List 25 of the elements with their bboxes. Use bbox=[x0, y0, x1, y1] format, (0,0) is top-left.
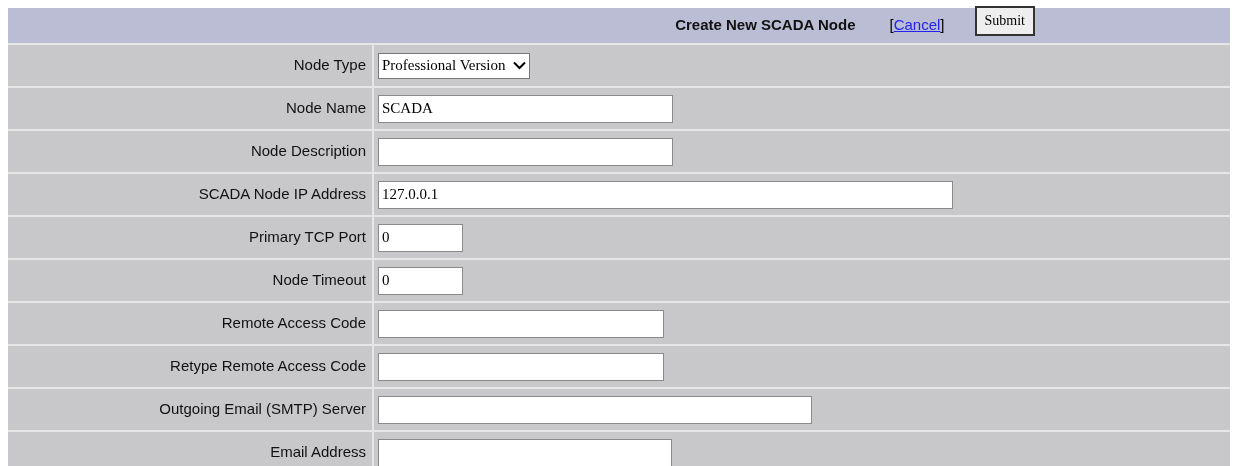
text-field[interactable] bbox=[378, 137, 673, 166]
text-field[interactable] bbox=[378, 309, 664, 338]
bracket: ] bbox=[940, 15, 945, 36]
text-field[interactable]: 0 bbox=[378, 266, 463, 295]
text-field[interactable]: 0 bbox=[378, 223, 463, 252]
label-cell: Primary TCP Port bbox=[8, 217, 372, 258]
text-field[interactable] bbox=[378, 438, 672, 466]
text-field[interactable] bbox=[378, 395, 812, 424]
label-cell: SCADA Node IP Address bbox=[8, 174, 372, 215]
chevron-down-icon bbox=[513, 61, 527, 70]
submit-button[interactable]: Submit bbox=[974, 5, 1035, 36]
text-field[interactable]: 127.0.0.1 bbox=[378, 180, 953, 209]
label-cell: Email Address bbox=[8, 432, 372, 466]
label-cell: Outgoing Email (SMTP) Server bbox=[8, 389, 372, 430]
form-title: Create New SCADA Node bbox=[675, 15, 856, 36]
text-field[interactable]: SCADA bbox=[378, 94, 673, 123]
label-cell: Node Name bbox=[8, 88, 372, 129]
text-field[interactable] bbox=[378, 352, 664, 381]
label-cell: Retype Remote Access Code bbox=[8, 346, 372, 387]
node-type-select[interactable]: Professional Version bbox=[378, 52, 531, 79]
label-cell: Node Type bbox=[8, 45, 372, 86]
label-cell: Node Description bbox=[8, 131, 372, 172]
label-cell: Node Timeout bbox=[8, 260, 372, 301]
bracket: [ bbox=[889, 15, 894, 36]
label-cell: Remote Access Code bbox=[8, 303, 372, 344]
